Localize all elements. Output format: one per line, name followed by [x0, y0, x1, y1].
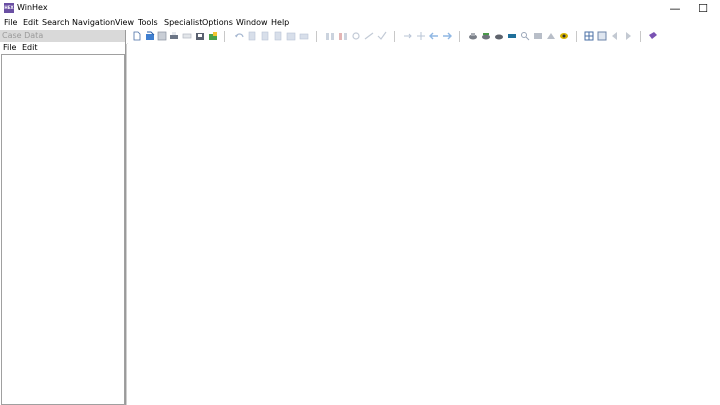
case-tree-view[interactable] — [1, 54, 125, 405]
case-data-menu: File Edit — [0, 42, 125, 54]
panel-divider[interactable] — [126, 44, 127, 405]
snapshot-icon[interactable] — [208, 31, 218, 41]
toolbar-separator — [640, 31, 641, 42]
cut-icon[interactable] — [247, 31, 257, 41]
goto-offset-icon[interactable] — [403, 31, 413, 41]
analyze-icon[interactable] — [520, 31, 530, 41]
replace-hex-icon[interactable] — [364, 31, 374, 41]
grid-view-icon[interactable] — [597, 31, 607, 41]
toolbar-separator — [394, 31, 395, 42]
title-bar: HEX WinHex — ☐ — [0, 0, 720, 17]
toolbar-separator — [316, 31, 317, 42]
ram-editor-icon[interactable] — [507, 31, 517, 41]
menu-help[interactable]: Help — [271, 18, 289, 27]
menu-file[interactable]: File — [4, 18, 17, 27]
case-menu-file[interactable]: File — [3, 43, 16, 52]
back-icon[interactable] — [429, 31, 439, 41]
help-book-icon[interactable] — [648, 31, 658, 41]
case-data-panel: Case Data File Edit — [0, 30, 126, 405]
menu-navigation[interactable]: Navigation — [72, 18, 115, 27]
case-menu-edit[interactable]: Edit — [22, 43, 38, 52]
copy-icon[interactable] — [260, 31, 270, 41]
properties-icon[interactable] — [182, 31, 192, 41]
forward-icon[interactable] — [442, 31, 452, 41]
wipe-icon[interactable] — [546, 31, 556, 41]
clipboard-icon[interactable] — [299, 31, 309, 41]
menu-view[interactable]: View — [115, 18, 134, 27]
maximize-button[interactable]: ☐ — [686, 0, 720, 17]
new-file-icon[interactable] — [132, 31, 142, 41]
menu-edit[interactable]: Edit — [23, 18, 39, 27]
case-data-title: Case Data — [2, 31, 44, 40]
menu-search[interactable]: Search — [42, 18, 69, 27]
menu-tools[interactable]: Tools — [138, 18, 158, 27]
toolbar-separator — [459, 31, 460, 42]
undo-icon[interactable] — [234, 31, 244, 41]
disk-editor-icon[interactable] — [494, 31, 504, 41]
case-data-header: Case Data — [0, 30, 125, 42]
replace-text-icon[interactable] — [351, 31, 361, 41]
find-again-icon[interactable] — [377, 31, 387, 41]
clone-disk-icon[interactable] — [481, 31, 491, 41]
previous-icon[interactable] — [610, 31, 620, 41]
paste-icon[interactable] — [273, 31, 283, 41]
window-title: WinHex — [17, 3, 48, 12]
technician-icon[interactable] — [559, 31, 569, 41]
toolbar-separator — [576, 31, 577, 42]
winhex-app-icon: HEX — [4, 3, 14, 13]
toolbar-separator — [224, 31, 225, 42]
print-icon[interactable] — [169, 31, 179, 41]
next-icon[interactable] — [623, 31, 633, 41]
menu-options[interactable]: Options — [202, 18, 233, 27]
open-disk-icon[interactable] — [195, 31, 205, 41]
find-hex-icon[interactable] — [338, 31, 348, 41]
toolbar — [128, 29, 720, 44]
data-recovery-icon[interactable] — [533, 31, 543, 41]
paste-special-icon[interactable] — [286, 31, 296, 41]
case-view-icon[interactable] — [584, 31, 594, 41]
menu-window[interactable]: Window — [236, 18, 268, 27]
open-file-icon[interactable] — [145, 31, 155, 41]
save-icon[interactable] — [157, 31, 167, 41]
find-text-icon[interactable] — [325, 31, 335, 41]
goto-sector-icon[interactable] — [416, 31, 426, 41]
menu-specialist[interactable]: Specialist — [164, 18, 202, 27]
open-disk-drive-icon[interactable] — [468, 31, 478, 41]
